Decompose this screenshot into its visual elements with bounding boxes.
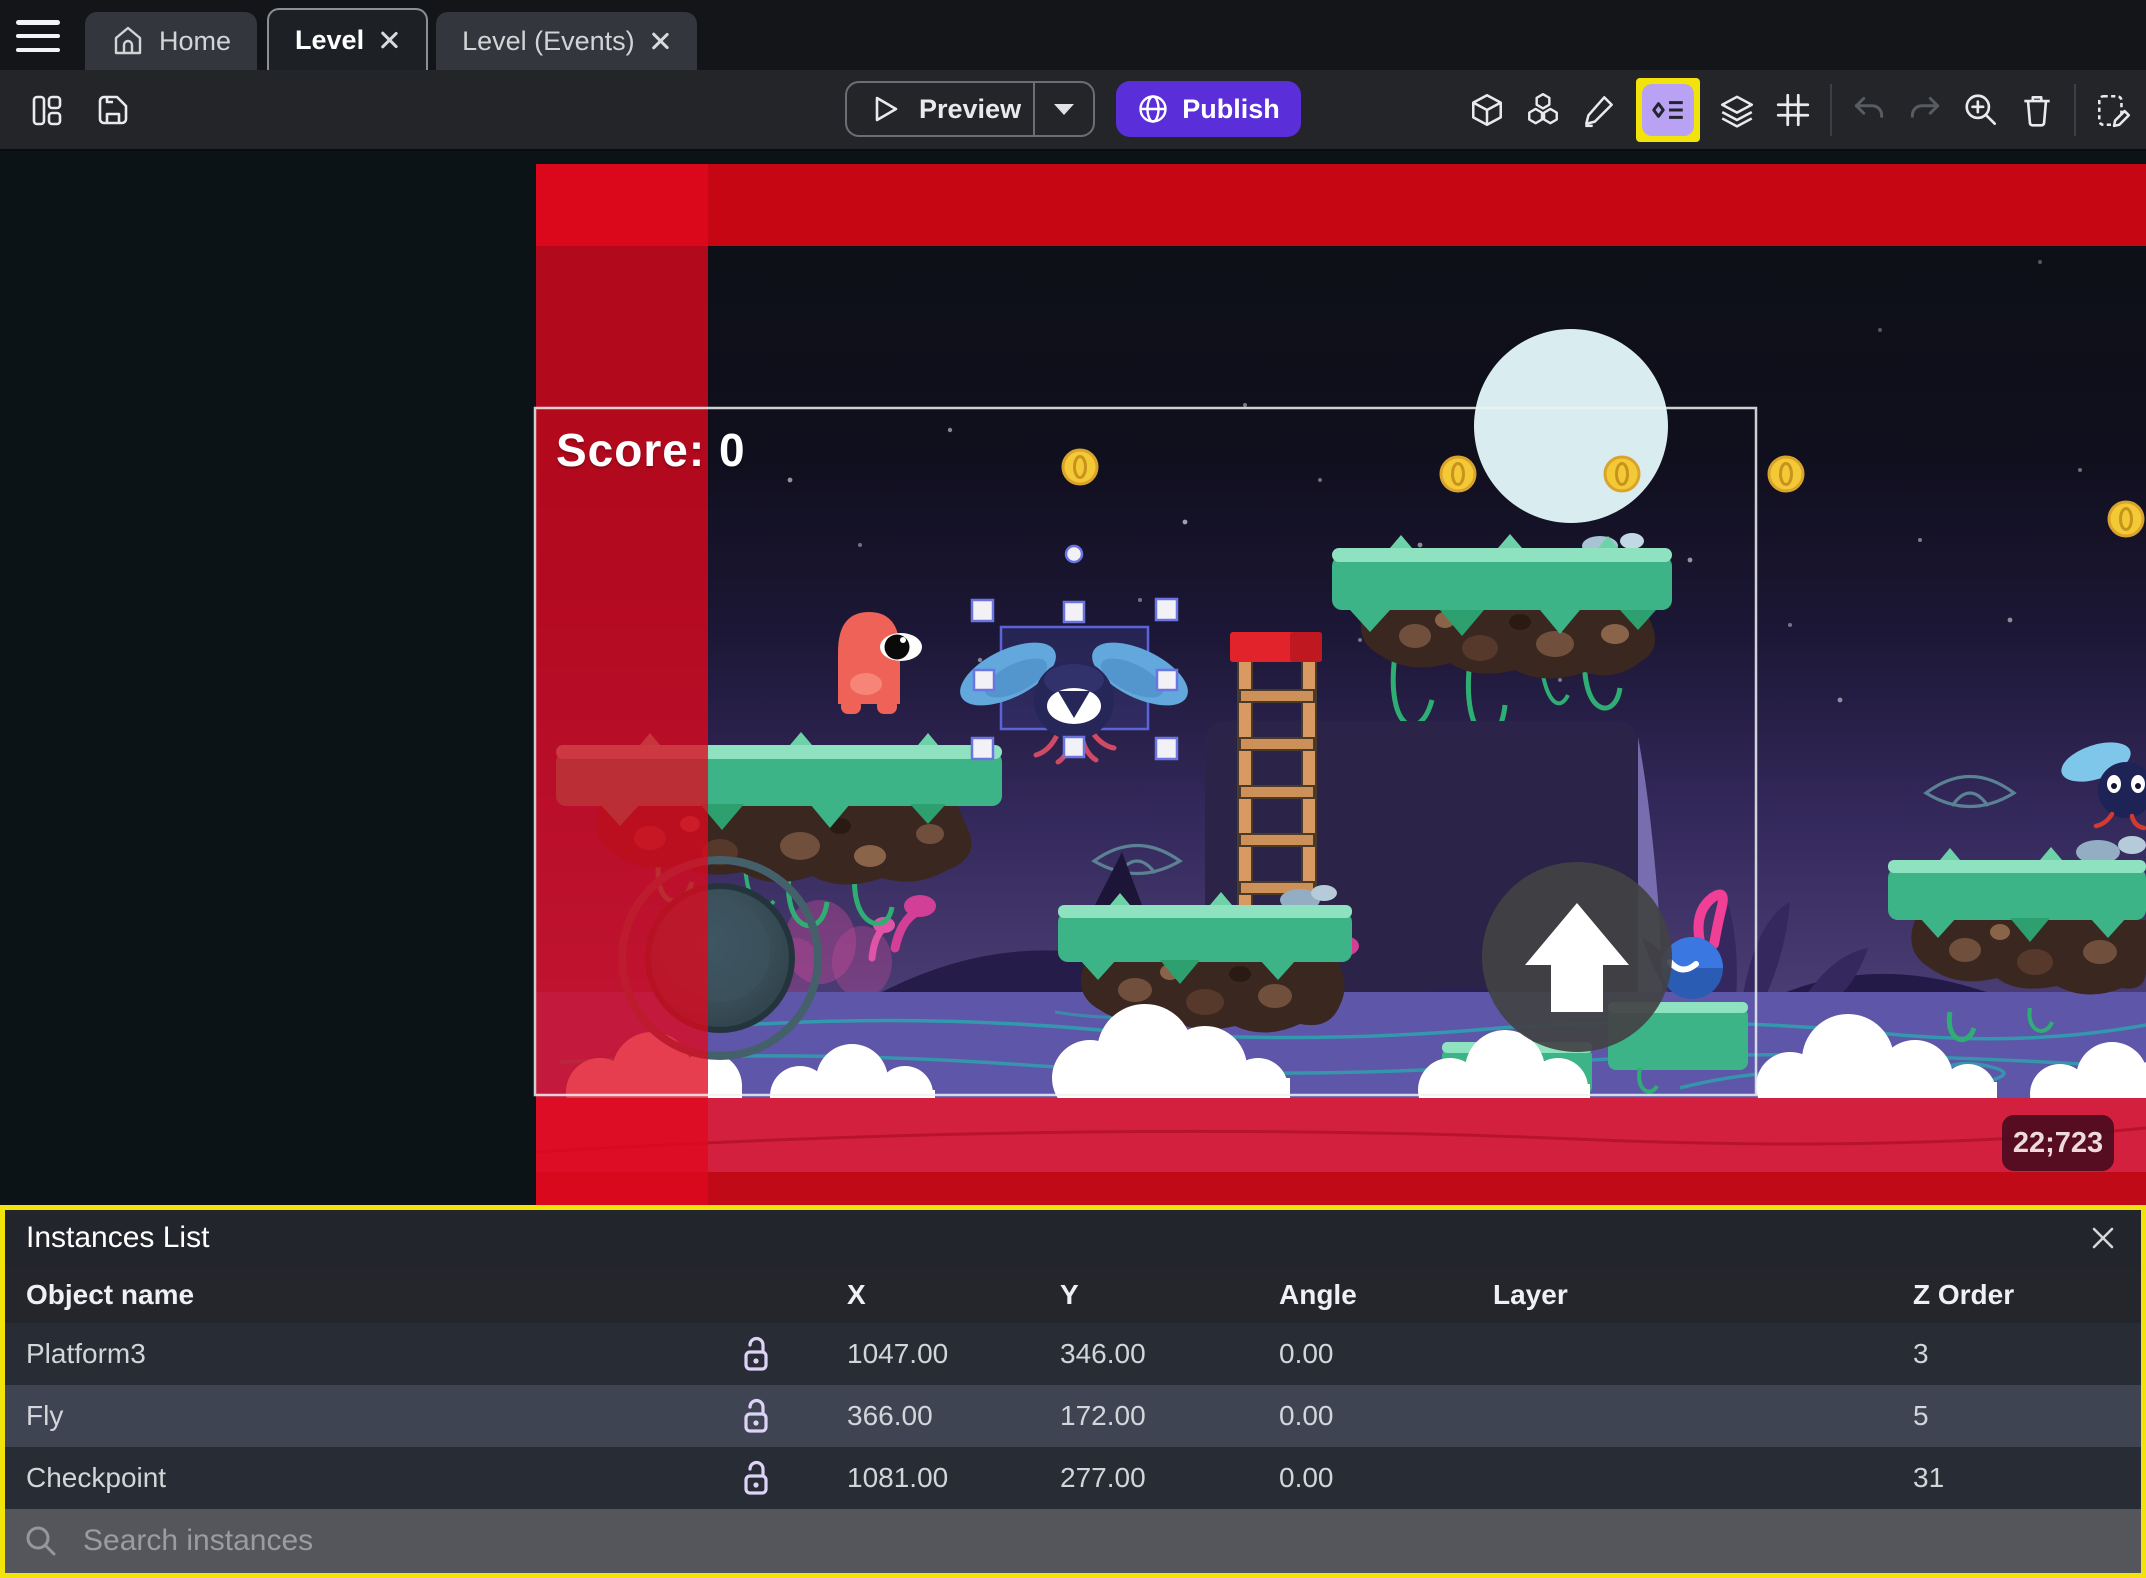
app-window: Home Level Level (Events) Preview Publis… [0,0,2146,1578]
divider [2074,83,2076,136]
divider [1830,83,1832,136]
column-header[interactable]: Object name [5,1279,705,1311]
tab-label: Level [295,24,365,55]
instance-z-order: 3 [1913,1338,1929,1369]
instances-list-icon[interactable] [1642,83,1694,136]
unlock-icon[interactable] [705,1458,805,1498]
red-stripe[interactable] [536,164,708,1205]
save-icon[interactable] [94,91,132,129]
close-tab-icon[interactable] [378,29,400,51]
instance-y: 277.00 [1060,1462,1146,1493]
layout-icon[interactable] [28,91,66,129]
column-header[interactable]: Y [1055,1279,1274,1311]
tab-home[interactable]: Home [85,12,258,70]
cube-3d-icon[interactable] [1468,91,1506,129]
instance-z-order: 31 [1913,1462,1945,1493]
search-instances-input[interactable] [81,1523,2123,1559]
column-header[interactable]: Z Order [1913,1279,2141,1311]
cursor-coordinates-badge: 22;723 [2002,1115,2114,1171]
column-header[interactable]: X [805,1279,1055,1311]
tab-label: Home [159,25,232,56]
coin [1603,455,1641,493]
coin [2107,500,2145,538]
tab-level-events[interactable]: Level (Events) [436,12,697,70]
globe-icon [1137,93,1169,125]
table-row-selected[interactable]: Fly 366.00 172.00 0.00 5 [5,1385,2141,1447]
table-row[interactable]: Checkpoint 1081.00 277.00 0.00 31 [5,1447,2141,1509]
redo-icon[interactable] [1906,91,1944,129]
play-icon [871,94,901,124]
instance-y: 346.00 [1060,1338,1146,1369]
rotation-handle [1064,544,1084,564]
instance-angle: 0.00 [1279,1462,1334,1493]
toolbar: Preview Publish [0,70,2146,151]
moon[interactable] [1474,329,1668,523]
instance-name: Checkpoint [26,1462,167,1493]
panel-title-row: Instances List [5,1210,2141,1266]
table-row[interactable]: Platform3 1047.00 346.00 0.00 3 [5,1323,2141,1385]
object-groups-icon[interactable] [1524,91,1562,129]
instance-z-order: 5 [1913,1400,1929,1431]
grid-icon[interactable] [1774,91,1812,129]
home-icon [111,24,145,58]
search-bar [5,1509,2141,1573]
publish-label: Publish [1182,93,1280,124]
instance-x: 1081.00 [847,1462,949,1493]
instance-x: 366.00 [847,1400,933,1431]
instance-angle: 0.00 [1279,1338,1334,1369]
instances-list-panel: Instances List Object name X Y Angle Lay… [0,1205,2146,1578]
coin [1767,455,1805,493]
scene-graphics [0,151,2146,1205]
search-icon [23,1523,59,1559]
unlock-icon[interactable] [705,1396,805,1436]
preview-dropdown[interactable] [1035,102,1093,116]
panel-title: Instances List [26,1221,210,1254]
coin [1439,455,1477,493]
score-text-object[interactable]: Score: 0 [556,423,746,477]
undo-icon[interactable] [1850,91,1888,129]
instance-name: Platform3 [26,1338,146,1369]
red-band-bottom[interactable] [535,1098,2146,1205]
table-header: Object name X Y Angle Layer Z Order [5,1266,2141,1323]
tab-label: Level (Events) [462,25,635,56]
edit-pencil-icon[interactable] [1580,91,1618,129]
zoom-in-icon[interactable] [1962,91,2000,129]
preview-button[interactable]: Preview [845,81,1095,137]
trash-icon[interactable] [2018,91,2056,129]
red-band-top[interactable] [536,164,2146,246]
jump-button[interactable] [1482,862,1672,1052]
instance-y: 172.00 [1060,1400,1146,1431]
close-tab-icon[interactable] [649,30,671,52]
instances-list-highlight [1636,77,1700,142]
scene-properties-icon[interactable] [2094,91,2132,129]
unlock-icon[interactable] [705,1334,805,1374]
preview-label: Preview [919,93,1022,124]
layers-icon[interactable] [1718,91,1756,129]
menu-icon[interactable] [16,20,60,52]
column-header[interactable]: Layer [1488,1279,1913,1311]
publish-button[interactable]: Publish [1116,81,1301,137]
instance-x: 1047.00 [847,1338,949,1369]
instance-name: Fly [26,1400,64,1431]
close-panel-icon[interactable] [2086,1221,2120,1255]
scene-editor-canvas[interactable]: Score: 0 22;723 [0,151,2146,1205]
platform-middle[interactable] [1058,885,1352,1033]
instance-angle: 0.00 [1279,1400,1334,1431]
tab-bar: Home Level Level (Events) [0,0,2146,70]
column-header[interactable]: Angle [1274,1279,1488,1311]
tab-level[interactable]: Level [267,8,429,70]
coin [1061,448,1099,486]
